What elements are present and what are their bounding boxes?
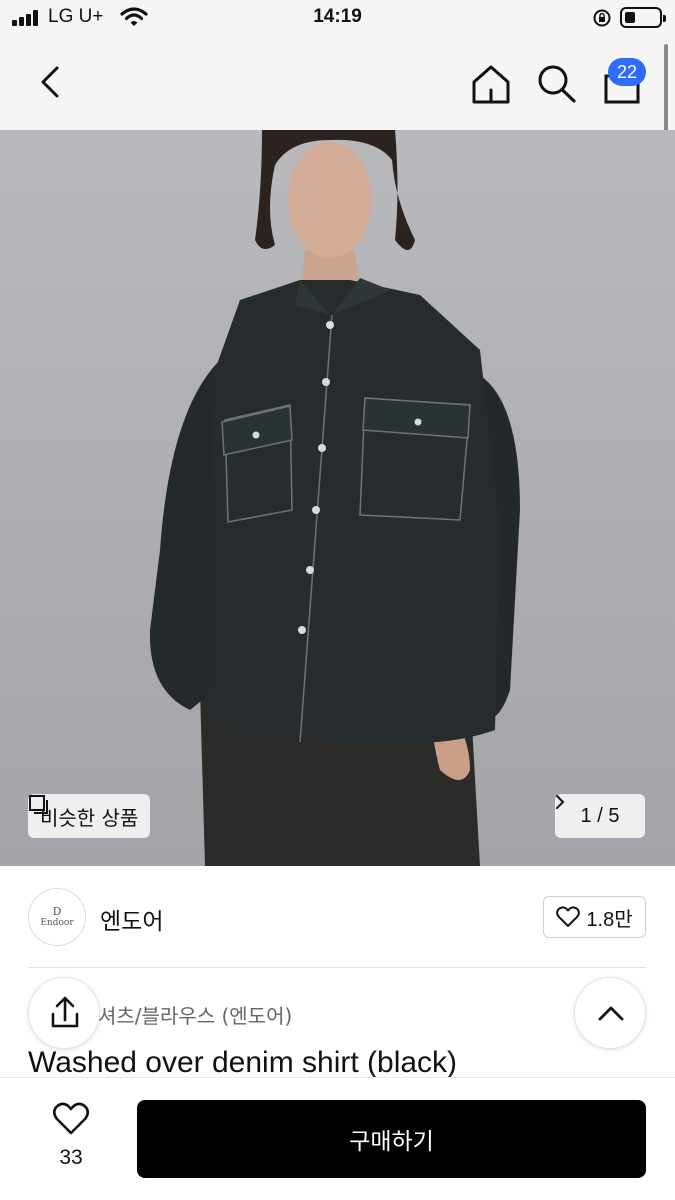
- image-counter-text: 1 / 5: [580, 804, 620, 827]
- brand-name[interactable]: 엔도어: [100, 902, 163, 936]
- share-icon: [51, 996, 79, 1028]
- heart-icon: [52, 1102, 90, 1135]
- share-button[interactable]: [28, 977, 100, 1049]
- brand-like-button[interactable]: 1.8만: [543, 896, 646, 938]
- home-icon[interactable]: [468, 62, 514, 106]
- product-title: Washed over denim shirt (black): [28, 1046, 458, 1079]
- heart-icon: [556, 906, 581, 927]
- buy-button-label: 구매하기: [349, 1129, 434, 1155]
- scroll-to-top-button[interactable]: [574, 977, 646, 1049]
- chevron-right-icon: [556, 795, 565, 809]
- search-icon[interactable]: [534, 62, 580, 106]
- product-image-gallery[interactable]: 비슷한 상품 1 / 5: [0, 130, 675, 866]
- brand-row[interactable]: D Endoor 엔도어 1.8만: [0, 866, 675, 968]
- similar-items-icon: [29, 795, 48, 814]
- rotation-lock-icon: [593, 9, 611, 27]
- image-counter[interactable]: 1 / 5: [555, 794, 645, 838]
- wishlist-button[interactable]: 33: [40, 1102, 102, 1170]
- product-category[interactable]: 셔츠/블라우스 (엔도어): [98, 1000, 292, 1029]
- buy-button[interactable]: 구매하기: [137, 1100, 646, 1178]
- wishlist-count: 33: [59, 1146, 83, 1169]
- brand-logo[interactable]: D Endoor: [28, 888, 86, 946]
- bottom-action-bar: 33 구매하기: [0, 1077, 675, 1200]
- similar-products-button[interactable]: 비슷한 상품: [28, 794, 151, 838]
- brand-like-count: 1.8만: [586, 908, 633, 931]
- battery-icon: [620, 7, 666, 28]
- product-photo: [149, 130, 520, 866]
- cart-count-badge[interactable]: 22: [608, 58, 646, 86]
- divider: [28, 967, 646, 968]
- chevron-up-icon: [598, 1006, 624, 1021]
- chevron-left-icon[interactable]: [30, 60, 74, 104]
- similar-products-label: 비슷한 상품: [40, 805, 139, 830]
- top-navigation: 22: [0, 38, 675, 130]
- status-time: 14:19: [313, 6, 362, 27]
- status-bar: LG U+ 14:19: [0, 0, 675, 38]
